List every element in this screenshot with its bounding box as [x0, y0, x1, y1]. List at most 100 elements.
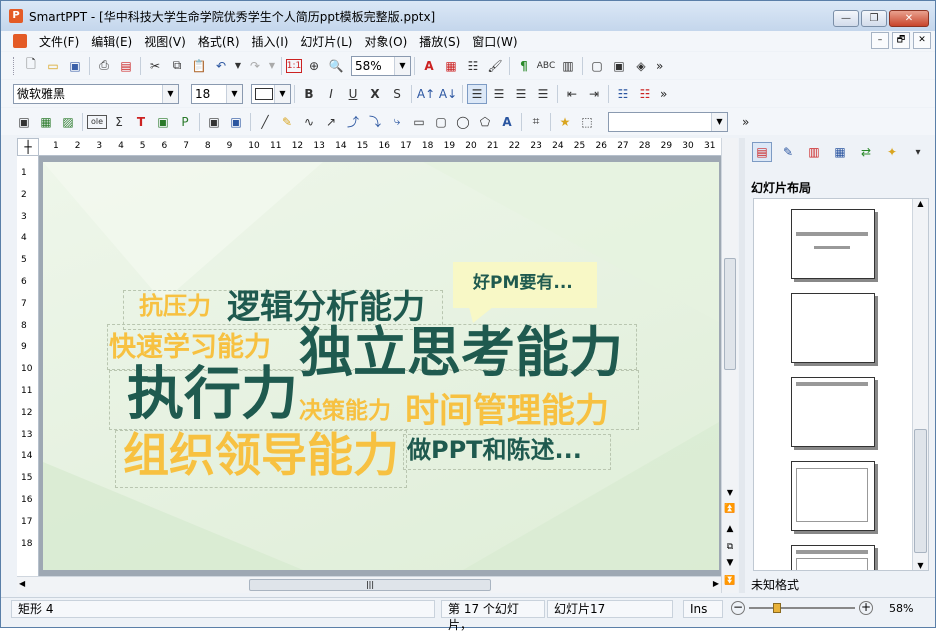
slide-list-icon[interactable]: ⧉: [722, 542, 738, 552]
save-icon[interactable]: ▣: [65, 56, 85, 76]
slide-view-icon[interactable]: ▢: [587, 56, 607, 76]
vertical-scrollbar[interactable]: ▼ ⏫ ▲ ⧉ ▼ ⏬: [721, 138, 738, 593]
menu-file[interactable]: 文件(F): [33, 33, 85, 50]
statistics-icon[interactable]: ▥: [558, 56, 578, 76]
previous-slide-icon[interactable]: ▲: [722, 524, 738, 534]
word-execution[interactable]: 执行力: [127, 366, 298, 423]
paragraph-mark-icon[interactable]: ¶: [514, 56, 534, 76]
minimize-button[interactable]: —: [833, 10, 859, 27]
outline-style-select[interactable]: ▼: [251, 83, 291, 104]
zoom-slider-handle[interactable]: [773, 603, 781, 613]
layout-blank[interactable]: [791, 293, 875, 363]
horizontal-scrollbar[interactable]: ◀ ||| ▶: [17, 576, 721, 593]
list-icon[interactable]: ☷: [463, 56, 483, 76]
design-icon[interactable]: ✎: [778, 142, 798, 162]
pen-icon[interactable]: ✎: [277, 112, 297, 132]
zoom-in-icon[interactable]: +: [859, 601, 873, 615]
speech-bubble[interactable]: 好PM要有...: [453, 262, 597, 308]
connector-icon[interactable]: ⤴: [343, 112, 363, 132]
pdf-icon[interactable]: ▤: [116, 56, 136, 76]
doc-close-button[interactable]: ✕: [913, 32, 931, 49]
insert-picture-icon[interactable]: ▨: [58, 112, 78, 132]
panel-menu-icon[interactable]: ▾: [908, 142, 928, 162]
ungroup-icon[interactable]: ▣: [226, 112, 246, 132]
undo-icon[interactable]: ↶: [211, 56, 231, 76]
ruler-origin-crosshair-icon[interactable]: ┼: [17, 138, 39, 156]
layout-title-slide[interactable]: [791, 209, 875, 279]
align-right-icon[interactable]: ☰: [511, 84, 531, 104]
scroll-thumb[interactable]: |||: [249, 579, 491, 591]
animation-icon[interactable]: ✦: [882, 142, 902, 162]
insert-table-icon[interactable]: ▦: [441, 56, 461, 76]
chevron-down-icon[interactable]: ▼: [226, 84, 242, 103]
zoom-page-icon[interactable]: ⊕: [304, 56, 324, 76]
spell-check-icon[interactable]: ABC: [536, 56, 556, 76]
restore-button[interactable]: ❐: [861, 10, 887, 27]
toolbar-overflow-button[interactable]: »: [656, 59, 663, 73]
layout-title-only[interactable]: [791, 377, 875, 447]
layout-title-content[interactable]: [791, 545, 875, 570]
underline-icon[interactable]: U: [343, 84, 363, 104]
transparent-color-icon[interactable]: ⬚: [577, 112, 597, 132]
last-slide-icon[interactable]: ⏬: [722, 576, 738, 586]
horizontal-ruler[interactable]: 1 2 3 4 5 6 7 8 9 10 11 12 13 14 15 16 17 18 19 20 21 22 23 24 2…: [39, 138, 721, 156]
vertical-ruler[interactable]: 1 2 3 4 5 6 7 8 9 10 11 12 13 14 15 16 17 18: [17, 156, 39, 576]
undo-dropdown-icon[interactable]: ▼: [233, 56, 243, 76]
menu-insert[interactable]: 插入(I): [246, 33, 295, 50]
shapes-icon[interactable]: ⬠: [475, 112, 495, 132]
zoom-select[interactable]: 58% ▼: [351, 55, 411, 76]
slide-master-icon[interactable]: ▦: [830, 142, 850, 162]
word-stress-resistance[interactable]: 抗压力: [139, 294, 211, 318]
chevron-down-icon[interactable]: ▼: [722, 488, 738, 497]
document-icon[interactable]: [13, 34, 27, 48]
layout-icon[interactable]: ▤: [752, 142, 772, 162]
slide-17[interactable]: 好PM要有... 抗压力 逻辑分析能力 快速学习能力 独立思考能力 执行力 决策…: [43, 162, 719, 570]
italic-icon[interactable]: I: [321, 84, 341, 104]
word-time-management[interactable]: 时间管理能力: [405, 394, 609, 428]
shadow-icon[interactable]: S: [387, 84, 407, 104]
toolbar-overflow-button[interactable]: »: [660, 87, 667, 101]
scroll-thumb[interactable]: [724, 258, 736, 370]
zoom-slider[interactable]: [749, 607, 855, 609]
strikethrough-icon[interactable]: X: [365, 84, 385, 104]
layout-content-box[interactable]: [791, 461, 875, 531]
actual-size-icon[interactable]: 1:1: [286, 58, 302, 73]
doc-restore-button[interactable]: 🗗: [892, 32, 910, 49]
menu-format[interactable]: 格式(R): [192, 33, 246, 50]
line-icon[interactable]: ╱: [255, 112, 275, 132]
word-decision[interactable]: 决策能力: [299, 400, 391, 423]
increase-indent-icon[interactable]: ⇥: [584, 84, 604, 104]
decrease-indent-icon[interactable]: ⇤: [562, 84, 582, 104]
menu-play[interactable]: 播放(S): [413, 33, 466, 50]
chevron-left-icon[interactable]: ◀: [19, 579, 25, 588]
numbered-list-icon[interactable]: ☷: [635, 84, 655, 104]
format-painter-icon[interactable]: 🖌: [485, 56, 505, 76]
zoom-out-icon[interactable]: −: [731, 601, 745, 615]
color-scheme-icon[interactable]: ▥: [804, 142, 824, 162]
style-select[interactable]: ▼: [608, 111, 728, 132]
align-left-icon[interactable]: ☰: [467, 83, 487, 104]
word-logical-analysis[interactable]: 逻辑分析能力: [227, 290, 425, 323]
curved-connector-icon[interactable]: ⤷: [387, 112, 407, 132]
chevron-down-icon[interactable]: ▼: [394, 56, 410, 75]
close-button[interactable]: ✕: [889, 10, 929, 27]
font-select[interactable]: 微软雅黑 ▼: [13, 83, 179, 104]
redo-dropdown-icon[interactable]: ▼: [267, 56, 277, 76]
curve-icon[interactable]: ∿: [299, 112, 319, 132]
doc-minimize-button[interactable]: –: [871, 32, 889, 49]
textbox-icon[interactable]: T: [131, 112, 151, 132]
select-frame-icon[interactable]: ▣: [14, 112, 34, 132]
chevron-down-icon[interactable]: ▼: [162, 84, 178, 103]
gallery-scrollbar[interactable]: ▲ ▼: [912, 199, 928, 570]
menu-slide[interactable]: 幻灯片(L): [294, 33, 358, 50]
chevron-down-icon[interactable]: ▼: [274, 84, 290, 103]
shrink-font-icon[interactable]: A↓: [438, 84, 458, 104]
grow-font-icon[interactable]: A↑: [416, 84, 436, 104]
elbow-connector-icon[interactable]: ⤵: [365, 112, 385, 132]
wordart-icon[interactable]: A: [497, 112, 517, 132]
group-icon[interactable]: ▣: [204, 112, 224, 132]
print-icon[interactable]: ⎙: [94, 56, 114, 76]
frame-p-icon[interactable]: P: [175, 112, 195, 132]
font-size-select[interactable]: 18 ▼: [191, 83, 243, 104]
new-file-icon[interactable]: 🗋: [21, 56, 41, 76]
